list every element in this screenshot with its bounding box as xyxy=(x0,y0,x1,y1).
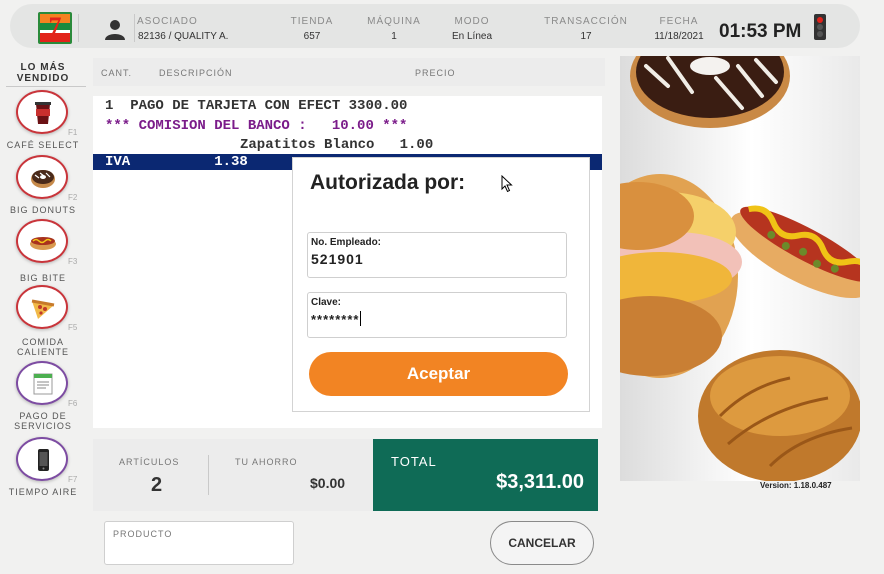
receipt-line: 1 PAGO DE TARJETA CON EFECT 3300.00 xyxy=(105,98,408,114)
product-label: PRODUCTO xyxy=(113,529,173,539)
fkey-label: F7 xyxy=(68,475,78,484)
modo-value: En Línea xyxy=(451,31,493,42)
pizza-icon xyxy=(16,285,68,329)
divider xyxy=(134,14,135,42)
ahorro-label: TU AHORRO xyxy=(235,457,298,467)
accept-button[interactable]: Aceptar xyxy=(309,352,568,396)
maquina-value: 1 xyxy=(391,31,397,42)
password-field[interactable]: Clave: ******** xyxy=(307,292,567,338)
tienda-value: 657 xyxy=(303,31,321,42)
seven-eleven-logo: 7 xyxy=(38,12,72,44)
totals-panel: ARTÍCULOS 2 TU AHORRO $0.00 xyxy=(93,439,375,511)
asociado-label: ASOCIADO xyxy=(137,16,198,27)
transaccion-label: TRANSACCIÓN xyxy=(544,16,628,27)
cancel-button[interactable]: CANCELAR xyxy=(490,521,594,565)
fkey-label: F5 xyxy=(68,323,78,332)
text-caret xyxy=(360,311,362,326)
password-label: Clave: xyxy=(311,297,342,308)
col-descripcion: DESCRIPCIÓN xyxy=(159,68,233,78)
modo-label: MODO xyxy=(454,16,490,27)
asociado-value: 82136 / QUALITY A. xyxy=(138,31,229,42)
employee-number-value: 521901 xyxy=(311,251,364,267)
sidebar-item-big-donuts[interactable]: F2 BIG DONUTS xyxy=(0,155,86,217)
clock: 01:53 PM xyxy=(719,21,802,42)
fkey-label: F3 xyxy=(68,257,78,266)
total-label: TOTAL xyxy=(391,454,437,469)
sidebar-item-label: BIG BITE xyxy=(19,273,66,283)
password-value: ******** xyxy=(311,311,362,327)
sidebar-item-cafe-select[interactable]: F1 CAFÉ SELECT xyxy=(0,90,86,152)
hotdog-icon xyxy=(16,219,68,263)
phone-icon xyxy=(16,437,68,481)
ahorro-value: $0.00 xyxy=(310,475,346,491)
receipt-line: *** COMISION DEL BANCO : 10.00 *** xyxy=(105,118,408,134)
table-header: CANT. DESCRIPCIÓN PRECIO xyxy=(93,58,605,86)
col-precio: PRECIO xyxy=(415,68,456,78)
receipt-line: IVA 1.38 xyxy=(105,154,248,170)
tienda-label: TIENDA xyxy=(290,16,334,27)
status-light-icon xyxy=(814,14,826,40)
promo-banner xyxy=(620,56,860,481)
sidebar-title: LO MÁS VENDIDO xyxy=(16,62,70,84)
dialog-title: Autorizada por: xyxy=(310,171,466,194)
donut-icon xyxy=(16,155,68,199)
transaccion-value: 17 xyxy=(580,31,592,42)
version-label: Version: 1.18.0.487 xyxy=(760,481,832,490)
product-input[interactable]: PRODUCTO xyxy=(104,521,294,565)
authorization-dialog: Autorizada por: No. Empleado: 521901 Cla… xyxy=(292,157,590,412)
receipt-icon xyxy=(16,361,68,405)
food-promo-image xyxy=(620,56,860,481)
mouse-pointer-icon xyxy=(501,174,513,198)
articulos-value: 2 xyxy=(151,474,163,496)
fkey-label: F2 xyxy=(68,193,78,202)
sidebar-item-label: PAGO DE SERVICIOS xyxy=(14,411,72,431)
sidebar-item-pago-de-servicios[interactable]: F6 PAGO DE SERVICIOS xyxy=(0,361,86,435)
fecha-label: FECHA xyxy=(659,16,699,27)
sidebar-item-big-bite[interactable]: F3 BIG BITE xyxy=(0,219,86,285)
sidebar-item-tiempo-aire[interactable]: F7 TIEMPO AIRE xyxy=(0,437,86,501)
sidebar-item-comida-caliente[interactable]: F5 COMIDA CALIENTE xyxy=(0,285,86,357)
sidebar-item-label: CAFÉ SELECT xyxy=(6,140,80,150)
sidebar-item-label: TIEMPO AIRE xyxy=(8,487,78,497)
coffee-cup-icon xyxy=(16,90,68,134)
fkey-label: F1 xyxy=(68,128,78,137)
employee-number-field[interactable]: No. Empleado: 521901 xyxy=(307,232,567,278)
top-bar: 7 ASOCIADO 82136 / QUALITY A. TIENDA 657… xyxy=(10,4,860,48)
divider xyxy=(6,86,86,87)
receipt-line: Zapatitos Blanco 1.00 xyxy=(240,137,434,153)
divider xyxy=(78,14,79,42)
total-panel: TOTAL $3,311.00 xyxy=(373,439,598,511)
total-value: $3,311.00 xyxy=(496,471,584,493)
divider xyxy=(208,455,209,495)
employee-number-label: No. Empleado: xyxy=(311,237,382,248)
sidebar-item-label: BIG DONUTS xyxy=(9,205,76,215)
fecha-value: 11/18/2021 xyxy=(654,31,704,42)
col-cantidad: CANT. xyxy=(101,68,133,78)
fkey-label: F6 xyxy=(68,399,78,408)
maquina-label: MÁQUINA xyxy=(367,16,421,27)
sidebar-item-label: COMIDA CALIENTE xyxy=(16,337,69,357)
user-icon xyxy=(104,18,126,40)
articulos-label: ARTÍCULOS xyxy=(119,457,180,467)
